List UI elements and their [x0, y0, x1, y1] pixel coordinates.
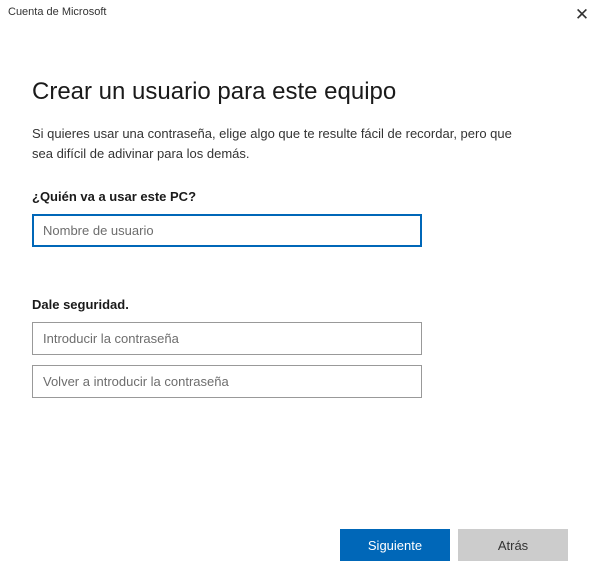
back-button[interactable]: Atrás: [458, 529, 568, 561]
close-icon[interactable]: ✕: [572, 4, 592, 24]
username-section-label: ¿Quién va a usar este PC?: [32, 189, 568, 204]
titlebar: Cuenta de Microsoft ✕: [0, 0, 600, 24]
content-area: Crear un usuario para este equipo Si qui…: [0, 24, 600, 398]
next-button[interactable]: Siguiente: [340, 529, 450, 561]
password-input[interactable]: [32, 322, 422, 355]
username-input[interactable]: [32, 214, 422, 247]
page-subtitle: Si quieres usar una contraseña, elige al…: [32, 124, 532, 163]
window-title: Cuenta de Microsoft: [8, 4, 106, 18]
security-section-label: Dale seguridad.: [32, 297, 568, 312]
button-row: Siguiente Atrás: [340, 529, 568, 561]
password-confirm-input[interactable]: [32, 365, 422, 398]
page-title: Crear un usuario para este equipo: [32, 78, 568, 106]
